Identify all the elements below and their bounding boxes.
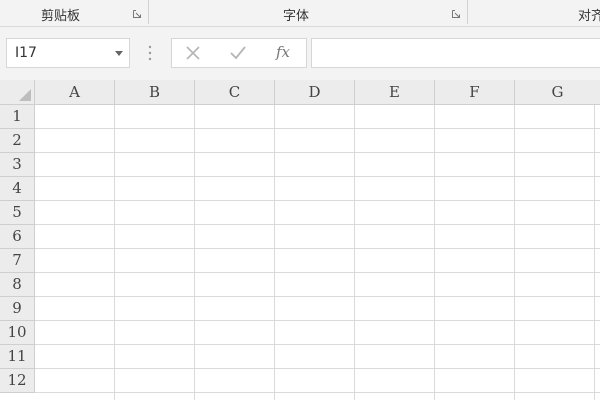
column-header-a[interactable]: A bbox=[35, 80, 115, 105]
alignment-group: 对齐方式 bbox=[468, 0, 600, 26]
row-header-8[interactable]: 8 bbox=[0, 273, 35, 297]
clipboard-group: 剪贴板 bbox=[0, 0, 148, 26]
enter-button[interactable] bbox=[223, 39, 253, 67]
clipboard-group-label: 剪贴板 bbox=[41, 9, 81, 24]
row-header-6[interactable]: 6 bbox=[0, 225, 35, 249]
row-header-3[interactable]: 3 bbox=[0, 153, 35, 177]
font-group-label: 字体 bbox=[283, 9, 310, 24]
resize-handle-icon[interactable] bbox=[148, 45, 152, 61]
column-header-f[interactable]: F bbox=[435, 80, 515, 105]
row-header-7[interactable]: 7 bbox=[0, 249, 35, 273]
row-header-10[interactable]: 10 bbox=[0, 321, 35, 345]
clipboard-dialog-launcher-icon[interactable] bbox=[133, 10, 141, 18]
formula-bar: I17 fx bbox=[0, 27, 600, 80]
row-header-11[interactable]: 11 bbox=[0, 345, 35, 369]
column-header-g[interactable]: G bbox=[515, 80, 600, 105]
name-box-value: I17 bbox=[15, 45, 37, 61]
formula-buttons: fx bbox=[171, 38, 307, 68]
row-header-9[interactable]: 9 bbox=[0, 297, 35, 321]
ribbon-group-labels: 剪贴板 字体 对齐方式 bbox=[0, 0, 600, 27]
row-header-4[interactable]: 4 bbox=[0, 177, 35, 201]
function-icon: fx bbox=[275, 43, 290, 61]
column-header-b[interactable]: B bbox=[115, 80, 195, 105]
name-box[interactable]: I17 bbox=[6, 38, 130, 68]
row-header-12[interactable]: 12 bbox=[0, 369, 35, 393]
close-icon bbox=[186, 46, 200, 60]
row-header-2[interactable]: 2 bbox=[0, 129, 35, 153]
alignment-group-label: 对齐方式 bbox=[578, 9, 600, 24]
font-group: 字体 bbox=[149, 0, 467, 26]
select-all-button[interactable] bbox=[0, 80, 35, 105]
row-header-5[interactable]: 5 bbox=[0, 201, 35, 225]
column-header-c[interactable]: C bbox=[195, 80, 275, 105]
column-header-d[interactable]: D bbox=[275, 80, 355, 105]
check-icon bbox=[230, 46, 246, 60]
cell-grid[interactable] bbox=[35, 105, 600, 400]
insert-function-button[interactable]: fx bbox=[268, 39, 298, 67]
chevron-down-icon[interactable] bbox=[115, 51, 123, 57]
cancel-button[interactable] bbox=[178, 39, 208, 67]
font-dialog-launcher-icon[interactable] bbox=[452, 10, 460, 18]
column-header-e[interactable]: E bbox=[355, 80, 435, 105]
formula-input[interactable] bbox=[311, 38, 600, 68]
row-header-1[interactable]: 1 bbox=[0, 105, 35, 129]
select-all-icon bbox=[19, 89, 31, 101]
